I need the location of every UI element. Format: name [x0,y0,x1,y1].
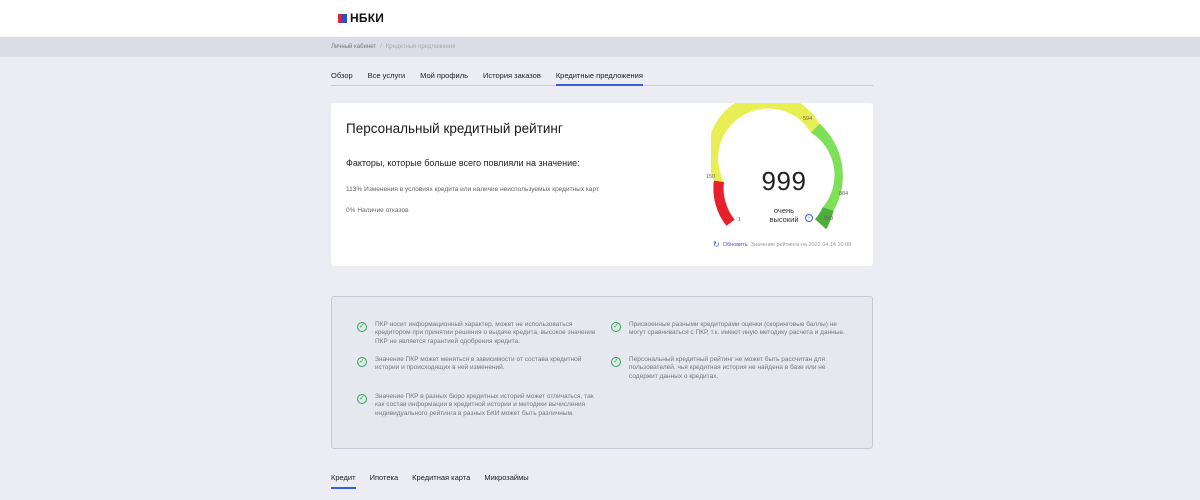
check-circle-icon: ✓ [357,322,367,332]
refresh-icon[interactable]: ↻ [713,241,720,249]
gauge-tick: 594 [803,116,813,122]
tab-my-profile[interactable]: Мой профиль [420,71,468,85]
factors-title: Факторы, которые больше всего повлияли н… [346,158,580,168]
gauge-tick: 1 [738,217,742,223]
rating-title: Персональный кредитный рейтинг [346,121,563,136]
check-circle-icon: ✓ [611,357,621,367]
note-text: Присвоенные разными кредиторами оценки (… [629,321,845,337]
info-notes-box: ✓ ПКР носит информационный характер, мож… [331,296,873,449]
top-header: НБКИ [0,0,1200,37]
note-text: Значение ПКР может меняться в зависимост… [375,356,582,372]
info-note: ✓ Значение ПКР может меняться в зависимо… [357,356,597,373]
info-note: ✓ Присвоенные разными кредиторами оценки… [611,321,846,338]
rating-card: Персональный кредитный рейтинг Факторы, … [331,93,873,266]
gauge-segment-red [713,180,735,226]
note-text: Персональный кредитный рейтинг не может … [629,356,826,380]
tab-credit-offers[interactable]: Кредитные предложения [555,71,643,86]
logo-text: НБКИ [350,11,385,25]
breadcrumb-item-cabinet[interactable]: Личный кабинет [331,44,376,50]
logo[interactable]: НБКИ [338,11,384,25]
tab-order-history[interactable]: История заказов [483,71,541,85]
info-note: ✓ Значение ПКР в разных бюро кредитных и… [357,393,597,418]
info-note: ✓ ПКР носит информационный характер, мож… [357,321,597,346]
check-circle-icon: ✓ [357,394,367,404]
info-icon[interactable]: i [805,214,813,222]
factor-item: 113% Изменения в условиях кредита или на… [346,185,646,194]
tab-microloans[interactable]: Микрозаймы [484,473,528,489]
factor-percent: 113% [346,186,363,193]
breadcrumb-item-current: Кредитные предложения [385,44,456,50]
factor-item: 0% Наличие отказов [346,207,646,214]
breadcrumb: Личный кабинет / Кредитные предложения [331,44,455,50]
check-circle-icon: ✓ [357,357,367,367]
nav-tabs: Обзор Все услуги Мой профиль История зак… [331,71,873,86]
gauge-tick: 884 [839,191,849,197]
note-text: Значение ПКР в разных бюро кредитных ист… [375,393,594,417]
check-circle-icon: ✓ [611,322,621,332]
note-text: ПКР носит информационный характер, может… [375,321,596,345]
logo-mark-icon [338,13,347,23]
breadcrumb-separator: / [380,44,382,50]
tab-credit[interactable]: Кредит [331,473,356,489]
info-note: ✓ Персональный кредитный рейтинг не може… [611,356,846,381]
breadcrumb-band: Личный кабинет / Кредитные предложения [0,37,1200,57]
gauge-tick: 150 [706,174,716,180]
refresh-link[interactable]: Обновить [723,242,748,248]
tab-credit-card[interactable]: Кредитная карта [412,473,470,489]
score-value: 999 [761,166,807,196]
tab-mortgage[interactable]: Ипотека [370,473,399,489]
gauge-tick: 999 [824,216,834,222]
tab-overview[interactable]: Обзор [331,71,353,85]
tab-all-services[interactable]: Все услуги [368,71,405,85]
product-tabs: Кредит Ипотека Кредитная карта Микрозайм… [331,473,529,489]
score-gauge: 1 150 594 884 999 999 очень высокий i [706,93,873,238]
updated-text: Значение рейтинга на 2022.04.14 10:08 [750,242,852,248]
factor-text: Изменения в условиях кредита или наличие… [364,186,599,193]
score-label-line1: очень [773,206,795,215]
factor-percent: 0% [346,207,356,214]
factor-text: Наличие отказов [357,207,409,214]
refresh-row: ↻ Обновить Значение рейтинга на 2022.04.… [713,241,851,249]
